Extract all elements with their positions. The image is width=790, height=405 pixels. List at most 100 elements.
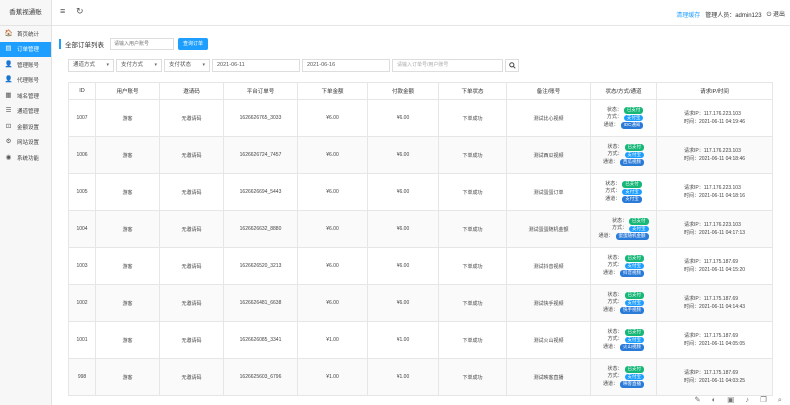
pay-amount: ¥6.00	[367, 173, 439, 211]
status-method-channel: 状态： 已支付 方式： 支付宝 通道： 抖音视频	[590, 247, 657, 285]
sidebar-item-label: 订单管理	[17, 47, 40, 54]
copy-icon[interactable]: ❐	[760, 395, 767, 404]
ip-line: 请求IP：117.176.223.103	[684, 184, 745, 192]
title-accent-bar	[59, 39, 61, 49]
status-badge: 已支付	[624, 329, 644, 336]
search-button[interactable]	[505, 59, 519, 72]
order-icon: ▤	[5, 45, 12, 52]
channel-select[interactable]: 通道方式 ▾	[68, 59, 114, 72]
sidebar-item-8[interactable]: ⚙ 网站设置	[0, 135, 51, 151]
request-ip: 请求IP：117.176.223.103	[683, 222, 741, 228]
status-stack: 状态： 已支付 方式： 支付宝 通道： 支付宝	[605, 181, 642, 204]
order-amount: ¥6.00	[297, 173, 368, 211]
table-row[interactable]: 1005 游客 无邀请码 1626626694_5443 ¥6.00 ¥6.00 下单成功测…	[68, 173, 773, 211]
invite-code: 无邀请码	[159, 284, 224, 322]
ip-stack: 请求IP：117.175.187.69 时间：2021-06-11 04:05:0…	[684, 332, 745, 348]
request-time: 时间：2021-06-11 04:19:46	[683, 119, 746, 125]
table-row[interactable]: 1002 游客 无邀请码 1626626481_6638 ¥6.00 ¥6.00 下单成功测…	[68, 284, 773, 322]
time-line: 时间：2021-06-11 04:19:46	[684, 118, 745, 126]
sidebar-item-3[interactable]: 👤 管理账号	[0, 57, 51, 73]
channel-select-value: 通道方式	[73, 62, 96, 68]
pay-amount: ¥6.00	[367, 136, 439, 174]
channel-line: 通道： 火山视频	[603, 344, 644, 352]
user-account: 游客	[95, 136, 160, 174]
table-row[interactable]: 1003 游客 无邀请码 1626626520_3213 ¥6.00 ¥6.00 下单成功测…	[68, 247, 773, 285]
table-row[interactable]: 1007 游客 无邀请码 1626626765_3033 ¥6.00 ¥6.00 下单成功测…	[68, 99, 773, 137]
sidebar-item-2[interactable]: ▤ 订单管理	[0, 41, 51, 57]
order-status: 下单成功	[438, 358, 507, 396]
request-time: 时间：2021-06-11 04:15:20	[683, 267, 746, 273]
remark: 测试快手视频	[506, 284, 591, 322]
clear-cache-link[interactable]: 清理缓存	[676, 10, 700, 19]
sidebar-item-6[interactable]: ☰ 通道管理	[0, 104, 51, 120]
query-order-button[interactable]: 查询订单	[178, 38, 209, 50]
search-input[interactable]: 请输入订单号/用户账号	[392, 59, 503, 72]
request-time: 时间：2021-06-11 04:18:16	[683, 193, 746, 199]
channel-badge: 蛋蛋随机金额	[615, 233, 649, 240]
sidebar-item-label: 域名管理	[17, 93, 40, 100]
column-header: 付款金额	[367, 82, 439, 100]
order-number: 1626626085_3341	[223, 321, 298, 359]
status-method-channel: 状态： 已支付 方式： 支付宝 通道： 映客直播	[590, 358, 657, 396]
user-account-input[interactable]	[110, 38, 174, 50]
order-id: 1007	[68, 99, 96, 137]
sidebar-item-4[interactable]: 👤 代理账号	[0, 73, 51, 89]
table-row[interactable]: 1001 游客 无邀请码 1626626085_3341 ¥1.00 ¥1.00 下单成功测…	[68, 321, 773, 359]
menu-toggle-icon[interactable]: ≡	[60, 7, 65, 16]
search-icon[interactable]: ⌕	[778, 395, 782, 404]
time-line: 时间：2021-06-11 04:14:43	[684, 303, 745, 311]
home-icon: 🏠	[4, 29, 13, 37]
table-row[interactable]: 998 游客 无邀请码 1626625603_6796 ¥1.00 ¥1.00 下单成功 测试…	[68, 358, 773, 396]
status-method-channel: 状态： 已支付 方式： 支付宝 通道： 火山视频	[590, 321, 657, 359]
request-ip-time: 请求IP：117.176.223.103 时间：2021-06-11 04:19:…	[656, 99, 773, 137]
order-status: 下单成功	[438, 247, 507, 285]
status-stack: 状态： 已支付 方式： 支付宝 通道： 蛋蛋随机金额	[598, 218, 649, 241]
sidebar-item-5[interactable]: ▦ 域名管理	[0, 88, 51, 104]
invite-code: 无邀请码	[159, 99, 224, 137]
method-label: 方式：	[607, 336, 623, 343]
order-status: 下单成功	[438, 99, 507, 137]
method-badge: 支付宝	[629, 225, 649, 233]
status-method-channel: 状态： 已支付 方式： 支付宝 通道： IDC通知	[590, 99, 657, 137]
method-badge: 支付宝	[624, 151, 644, 159]
method-label: 方式：	[611, 225, 627, 232]
pay-status-select[interactable]: 支付状态 ▾	[164, 59, 210, 72]
ip-line: 请求IP：117.176.223.103	[684, 221, 745, 229]
method-line: 方式： 支付宝	[603, 262, 644, 270]
order-number: 1626626481_6638	[223, 284, 298, 322]
refresh-icon[interactable]: ↻	[76, 7, 84, 16]
order-status: 下单成功	[438, 136, 507, 174]
request-ip-time: 请求IP：117.176.223.103 时间：2021-06-11 04:18:…	[656, 136, 773, 174]
sidebar-item-9[interactable]: ◉ 系统功能	[0, 150, 51, 166]
ip-line: 请求IP：117.176.223.103	[684, 110, 745, 118]
request-ip-time: 请求IP：117.175.187.69 时间：2021-06-11 04:03:2…	[656, 358, 773, 396]
note-icon[interactable]: ▣	[727, 395, 734, 404]
request-ip: 请求IP：117.176.223.103	[683, 111, 741, 117]
date-from-input[interactable]: 2021-06-11	[212, 59, 300, 72]
order-id: 1002	[68, 284, 96, 322]
speaker-icon[interactable]: ♪	[745, 395, 749, 404]
sidebar-item-7[interactable]: ⊡ 金额设置	[0, 119, 51, 135]
sidebar-item-1[interactable]: 🏠 首页统计	[0, 26, 51, 42]
table-row[interactable]: 1006 游客 无邀请码 1626626724_7457 ¥6.00 ¥6.00 下单成功测…	[68, 136, 773, 174]
date-to-input[interactable]: 2021-06-16	[302, 59, 390, 72]
request-ip-time: 请求IP：117.176.223.103 时间：2021-06-11 04:18:…	[656, 173, 773, 211]
theme-icon[interactable]: ◐	[712, 395, 717, 404]
feedback-icon[interactable]: ✎	[694, 395, 700, 404]
ip-stack: 请求IP：117.176.223.103 时间：2021-06-11 04:18:…	[684, 184, 745, 200]
page-title: 全部订单列表	[65, 42, 104, 49]
app-logo: 香蕉视通账	[0, 0, 51, 26]
request-ip: 请求IP：117.176.223.103	[683, 148, 741, 154]
channel-line: 通道： 西瓜视频	[603, 159, 644, 167]
logout-button[interactable]: ⏻ 退出	[767, 9, 785, 19]
user-icon: 👤	[4, 76, 13, 83]
request-ip: 请求IP：117.175.187.69	[683, 296, 739, 302]
ip-stack: 请求IP：117.175.187.69 时间：2021-06-11 04:03:2…	[684, 369, 745, 385]
table-row[interactable]: 1004 游客 无邀请码 1626626632_8880 ¥6.00 ¥6.00 下单成功测…	[68, 210, 773, 248]
order-id: 1005	[68, 173, 96, 211]
method-badge: 支付宝	[622, 188, 642, 196]
pay-method-select[interactable]: 支付方式 ▾	[116, 59, 162, 72]
request-time: 时间：2021-06-11 04:17:13	[683, 230, 746, 236]
column-header: 下单状态	[438, 82, 507, 100]
method-line: 方式： 支付宝	[603, 373, 644, 381]
